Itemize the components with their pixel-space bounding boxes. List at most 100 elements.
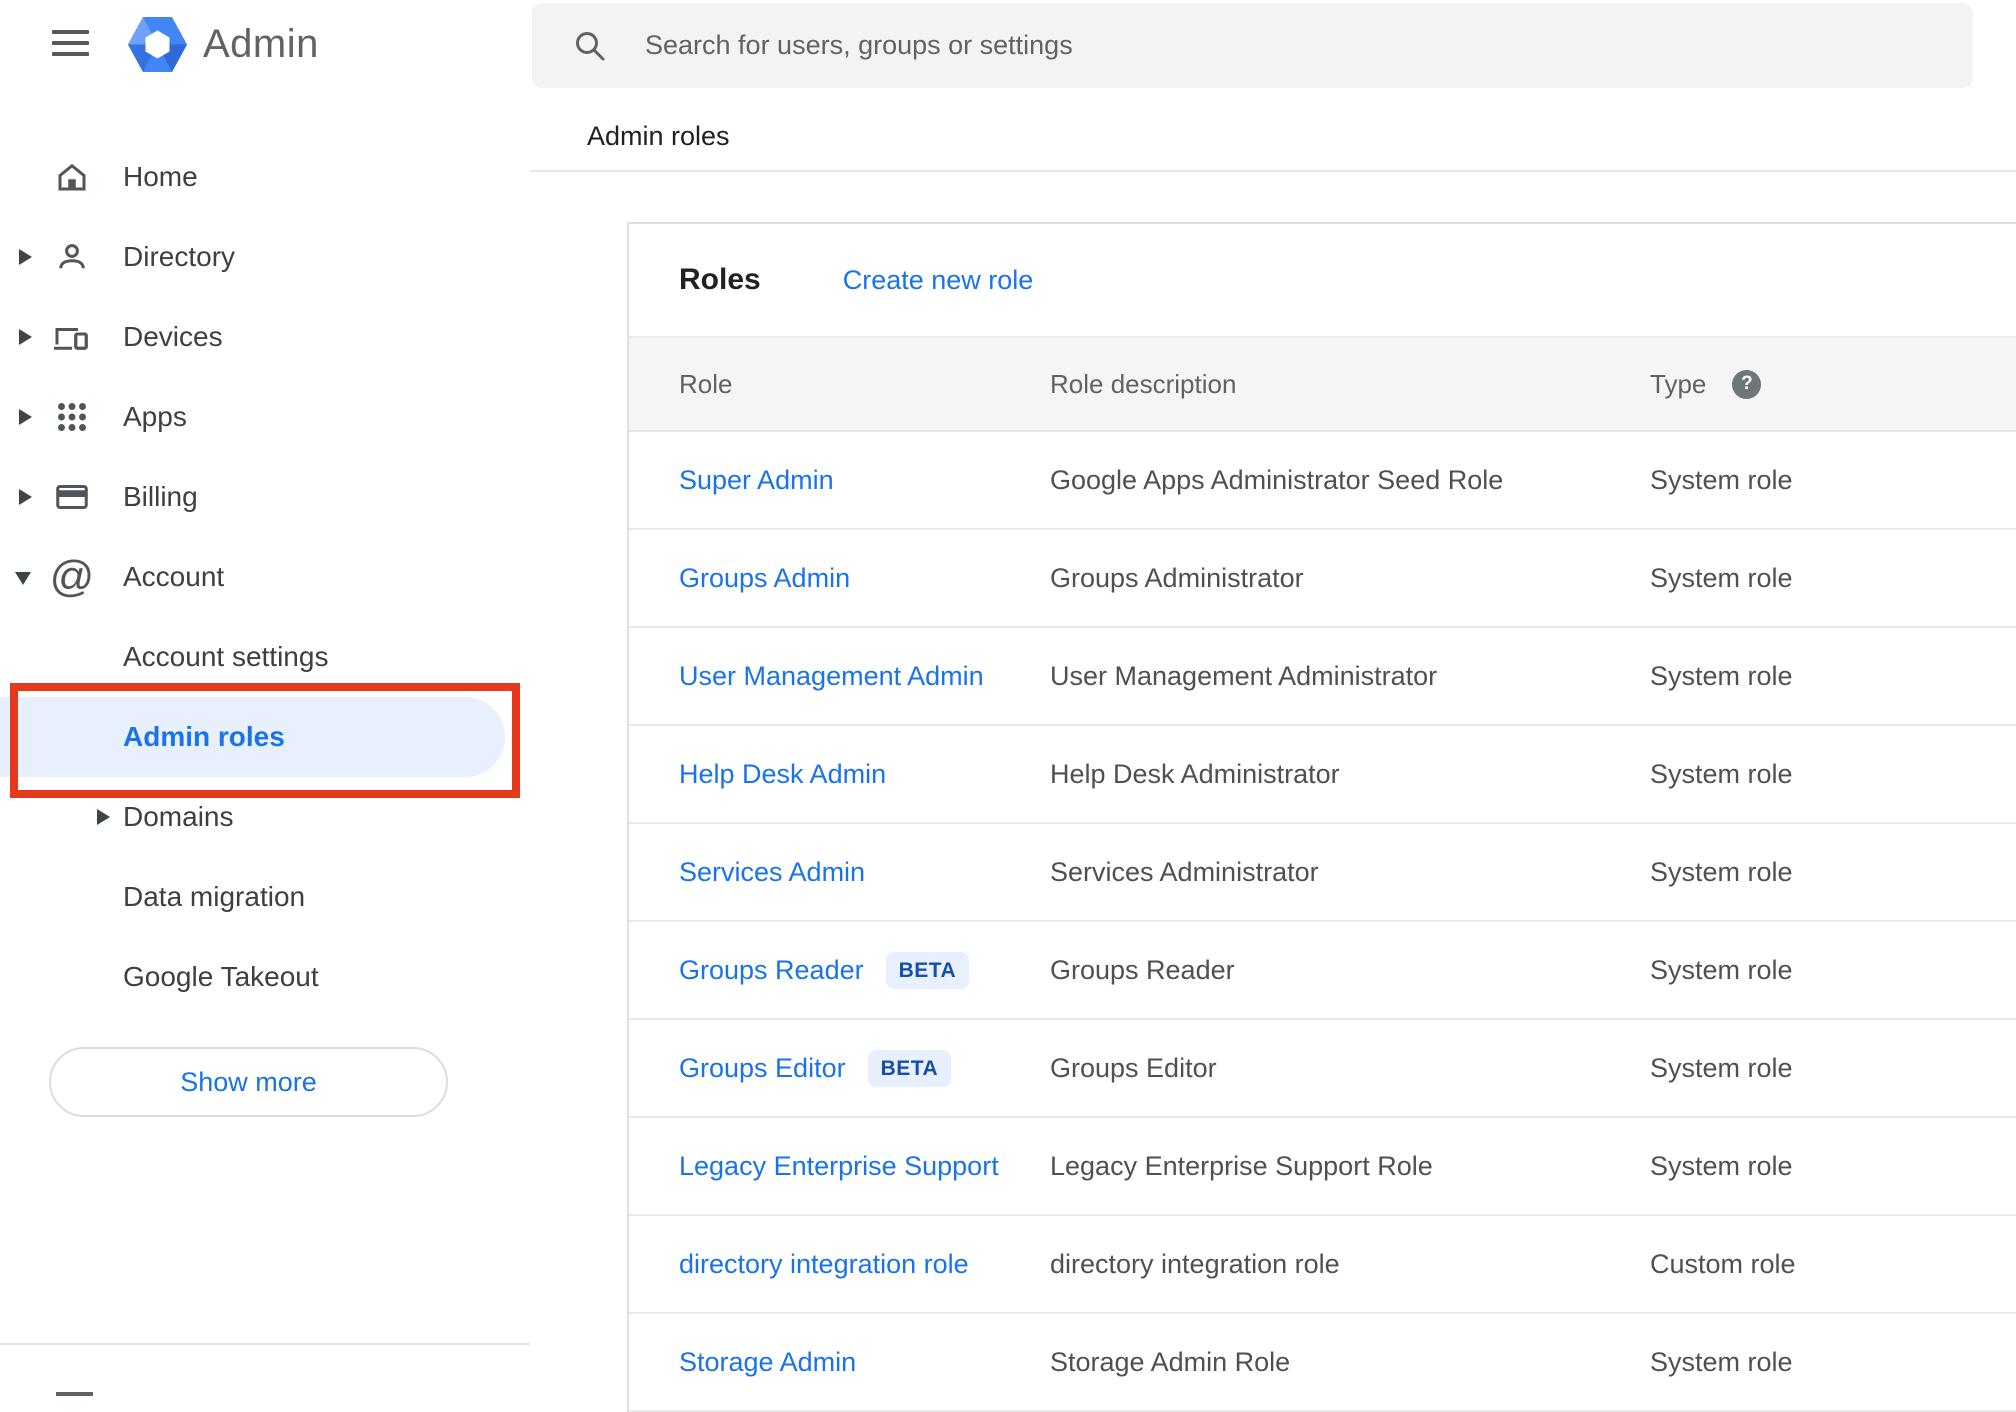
role-description: Help Desk Administrator <box>1050 758 1340 789</box>
sidebar-item-data-migration[interactable]: Data migration <box>0 857 530 937</box>
table-row: Super Admin Google Apps Administrator See… <box>629 432 2016 530</box>
table-row: User Management Admin User Management Adm… <box>629 628 2016 726</box>
sidebar-item-label: Devices <box>123 321 223 352</box>
sidebar-item-admin-roles[interactable]: Admin roles <box>0 697 530 777</box>
admin-logo-icon <box>128 17 187 72</box>
table-row: Help Desk Admin Help Desk Administrator Sy… <box>629 726 2016 824</box>
role-link[interactable]: Legacy Enterprise Support <box>679 1151 999 1182</box>
expand-arrow-icon[interactable] <box>97 809 110 825</box>
cutoff-nav-icon <box>56 1392 93 1396</box>
role-link[interactable]: Groups Admin <box>679 563 850 594</box>
breadcrumb-divider <box>530 170 2016 172</box>
hamburger-menu-icon[interactable] <box>52 30 89 56</box>
role-link[interactable]: Super Admin <box>679 465 834 496</box>
role-type: Custom role <box>1650 1248 1796 1279</box>
sidebar-item-account-settings[interactable]: Account settings <box>0 617 530 697</box>
role-cell: User Management Admin <box>679 661 1050 692</box>
role-cell: Groups Editor BETA <box>679 1049 1050 1087</box>
sidebar-item-billing[interactable]: Billing <box>0 457 530 537</box>
role-type: System role <box>1650 562 1793 593</box>
role-cell: Super Admin <box>679 465 1050 496</box>
help-icon[interactable]: ? <box>1732 369 1762 399</box>
role-type: System role <box>1650 1052 1793 1083</box>
role-link[interactable]: Storage Admin <box>679 1347 856 1378</box>
sidebar-item-account[interactable]: @ Account <box>0 537 530 617</box>
roles-title: Roles <box>679 263 761 296</box>
beta-badge: BETA <box>867 1049 952 1087</box>
role-description: directory integration role <box>1050 1248 1340 1279</box>
role-link[interactable]: Groups Editor <box>679 1053 846 1084</box>
sidebar-item-home[interactable]: Home <box>0 137 530 217</box>
role-type: System role <box>1650 758 1793 789</box>
role-link[interactable]: Help Desk Admin <box>679 759 886 790</box>
person-icon <box>52 235 92 279</box>
expand-arrow-icon[interactable] <box>19 409 32 425</box>
role-cell: Help Desk Admin <box>679 759 1050 790</box>
search-icon <box>576 31 605 60</box>
role-link[interactable]: Groups Reader <box>679 955 864 986</box>
role-cell: Storage Admin <box>679 1347 1050 1378</box>
table-row: Groups Reader BETA Groups Reader System rol… <box>629 922 2016 1020</box>
table-row: Groups Editor BETA Groups Editor System rol… <box>629 1020 2016 1118</box>
role-cell: Groups Admin <box>679 563 1050 594</box>
table-row: Legacy Enterprise Support Legacy Enterpri… <box>629 1118 2016 1216</box>
search-input[interactable] <box>645 30 1973 61</box>
role-cell: Legacy Enterprise Support <box>679 1151 1050 1182</box>
column-header-description: Role description <box>1050 368 1237 399</box>
column-header-type-label: Type <box>1650 368 1707 399</box>
column-header-role: Role <box>679 368 733 399</box>
expand-arrow-icon[interactable] <box>19 329 32 345</box>
at-icon: @ <box>49 552 95 601</box>
create-new-role-link[interactable]: Create new role <box>843 265 1034 296</box>
role-description: Legacy Enterprise Support Role <box>1050 1150 1433 1181</box>
role-cell: directory integration role <box>679 1249 1050 1280</box>
role-type: System role <box>1650 464 1793 495</box>
role-description: Groups Editor <box>1050 1052 1217 1083</box>
role-description: Services Administrator <box>1050 856 1319 887</box>
devices-icon <box>52 315 92 359</box>
role-cell: Services Admin <box>679 857 1050 888</box>
roles-table-body: Super Admin Google Apps Administrator See… <box>629 432 2016 1412</box>
role-type: System role <box>1650 1346 1793 1377</box>
breadcrumb: Admin roles <box>587 121 730 151</box>
role-link[interactable]: directory integration role <box>679 1249 969 1280</box>
sidebar-item-label: Billing <box>123 481 198 512</box>
sidebar-item-label: Account settings <box>123 641 329 672</box>
role-description: Google Apps Administrator Seed Role <box>1050 464 1504 495</box>
role-link[interactable]: Services Admin <box>679 857 865 888</box>
role-link[interactable]: User Management Admin <box>679 661 984 692</box>
roles-card: Roles Create new role Role Role descript… <box>627 222 2016 1412</box>
expand-arrow-icon[interactable] <box>19 489 32 505</box>
roles-table-header: Role Role description Type ? <box>629 336 2016 432</box>
sidebar-item-devices[interactable]: Devices <box>0 297 530 377</box>
sidebar-item-google-takeout[interactable]: Google Takeout <box>0 937 530 1017</box>
sidebar-item-domains[interactable]: Domains <box>0 777 530 857</box>
sidebar-item-label: Data migration <box>123 881 306 912</box>
sidebar-item-label: Account <box>123 561 225 592</box>
role-type: System role <box>1650 1150 1793 1181</box>
sidebar-item-label: Admin roles <box>123 721 285 752</box>
sidebar-item-directory[interactable]: Directory <box>0 217 530 297</box>
sidebar-item-apps[interactable]: Apps <box>0 377 530 457</box>
table-row: directory integration role directory inte… <box>629 1216 2016 1314</box>
sidebar-item-label: Google Takeout <box>123 961 319 992</box>
apps-icon <box>52 395 92 439</box>
roles-card-header: Roles Create new role <box>629 224 2016 336</box>
app-header: Admin <box>0 0 530 90</box>
role-description: User Management Administrator <box>1050 660 1438 691</box>
role-type: System role <box>1650 954 1793 985</box>
role-type: System role <box>1650 856 1793 887</box>
role-description: Groups Reader <box>1050 954 1235 985</box>
role-type: System role <box>1650 660 1793 691</box>
sidebar-item-label: Directory <box>123 241 236 272</box>
app-title: Admin <box>203 22 319 66</box>
table-row: Groups Admin Groups Administrator System r… <box>629 530 2016 628</box>
expand-arrow-icon[interactable] <box>19 249 32 265</box>
column-header-type: Type ? <box>1650 369 2016 400</box>
sidebar-item-label: Apps <box>123 401 187 432</box>
sidebar-divider <box>0 1343 530 1345</box>
card-icon <box>52 475 92 519</box>
show-more-button[interactable]: Show more <box>49 1047 448 1117</box>
collapse-arrow-icon[interactable] <box>15 572 31 586</box>
table-row: Services Admin Services Administrator Syst… <box>629 824 2016 922</box>
